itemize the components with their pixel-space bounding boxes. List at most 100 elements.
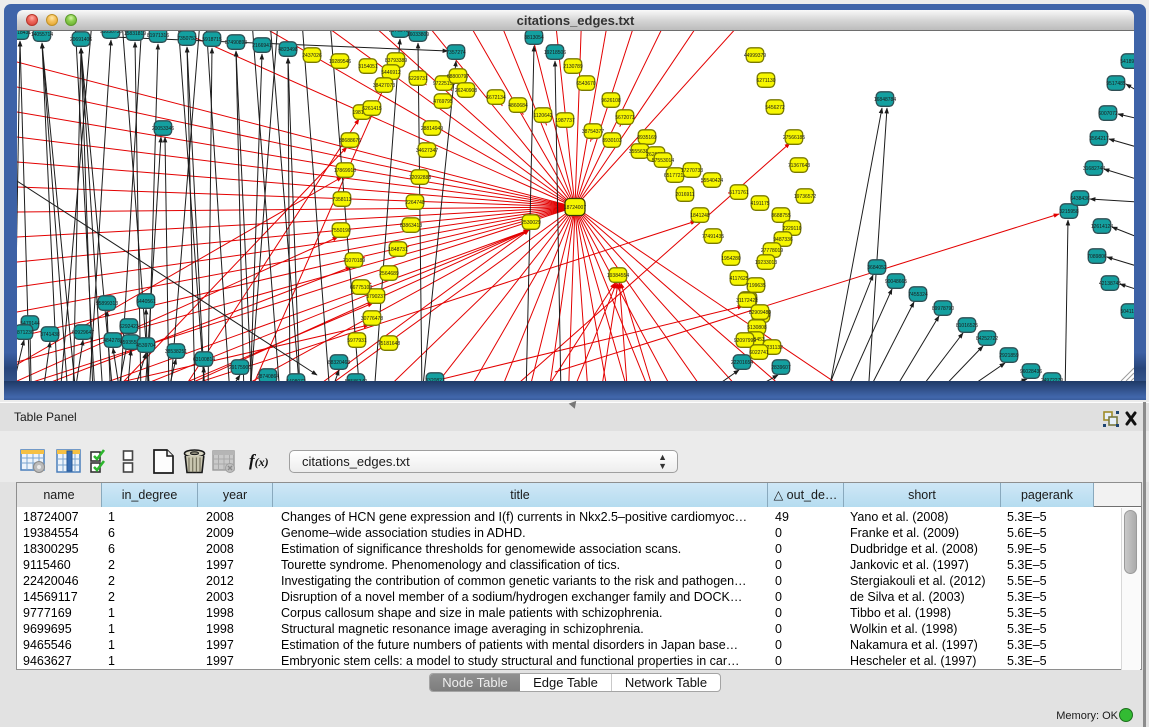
- svg-text:28740864: 28740864: [257, 374, 279, 380]
- svg-text:4823498: 4823498: [278, 47, 298, 53]
- svg-text:8930103: 8930103: [602, 138, 622, 144]
- svg-text:1987737: 1987737: [555, 118, 575, 124]
- svg-text:6438436: 6438436: [1070, 196, 1090, 202]
- svg-text:5977931: 5977931: [347, 338, 367, 344]
- svg-text:19384554: 19384554: [607, 273, 629, 279]
- svg-text:81971316: 81971316: [147, 33, 169, 39]
- svg-text:16848784: 16848784: [874, 97, 896, 103]
- svg-text:5171761: 5171761: [729, 190, 749, 196]
- svg-text:4539704: 4539704: [136, 343, 156, 349]
- svg-text:3320821: 3320821: [425, 378, 445, 381]
- svg-text:96028436: 96028436: [1020, 369, 1042, 375]
- svg-text:3684052: 3684052: [867, 265, 887, 271]
- svg-text:66775103: 66775103: [350, 285, 372, 291]
- svg-text:2839607: 2839607: [771, 365, 791, 371]
- svg-text:26240908: 26240908: [455, 88, 477, 94]
- svg-text:17270733: 17270733: [681, 168, 703, 174]
- svg-text:7199635: 7199635: [746, 283, 766, 289]
- svg-text:4860684: 4860684: [508, 103, 528, 109]
- svg-text:88320463: 88320463: [328, 360, 350, 366]
- svg-text:1954280: 1954280: [721, 256, 741, 262]
- svg-text:75181648: 75181648: [378, 341, 400, 347]
- svg-text:9487336: 9487336: [773, 237, 793, 243]
- svg-text:6440561: 6440561: [136, 299, 156, 305]
- svg-text:28814949: 28814949: [421, 126, 443, 132]
- svg-text:7350753: 7350753: [177, 36, 197, 42]
- svg-text:6292423: 6292423: [119, 324, 139, 330]
- svg-text:7550190: 7550190: [331, 228, 351, 234]
- svg-text:5672073: 5672073: [615, 115, 635, 121]
- svg-text:83793389: 83793389: [385, 58, 407, 64]
- svg-text:9517485: 9517485: [1106, 81, 1126, 87]
- svg-text:23718431: 23718431: [17, 31, 31, 36]
- svg-text:3215958: 3215958: [1059, 209, 1079, 215]
- svg-text:1120642: 1120642: [533, 113, 552, 119]
- svg-text:27778019: 27778019: [761, 248, 783, 254]
- svg-text:8688755: 8688755: [771, 213, 791, 219]
- svg-text:38688676: 38688676: [339, 138, 361, 144]
- svg-text:38427073: 38427073: [373, 83, 395, 89]
- svg-text:63100814: 63100814: [193, 357, 215, 363]
- svg-text:17869910: 17869910: [334, 168, 356, 174]
- svg-text:7455324: 7455324: [908, 292, 928, 298]
- svg-text:2264748: 2264748: [405, 200, 425, 206]
- svg-text:91030736: 91030736: [100, 31, 122, 35]
- svg-text:42138745: 42138745: [1099, 281, 1121, 287]
- svg-text:7089806: 7089806: [1087, 254, 1107, 260]
- svg-text:8813054: 8813054: [524, 35, 544, 41]
- svg-text:19233013: 19233013: [755, 260, 777, 266]
- svg-text:5041154: 5041154: [1120, 309, 1134, 315]
- svg-text:2016911: 2016911: [675, 192, 694, 198]
- svg-text:6261415: 6261415: [362, 106, 382, 112]
- svg-text:90048665: 90048665: [885, 279, 907, 285]
- svg-text:12614124: 12614124: [1091, 224, 1113, 230]
- svg-text:2530029: 2530029: [521, 220, 541, 226]
- svg-text:19736572: 19736572: [794, 194, 816, 200]
- svg-text:5418934: 5418934: [1120, 59, 1134, 65]
- svg-text:44999379: 44999379: [744, 53, 766, 59]
- svg-text:19289546: 19289546: [329, 59, 351, 65]
- svg-text:1848731: 1848731: [388, 247, 408, 253]
- svg-text:77491435: 77491435: [702, 234, 724, 240]
- svg-text:71070189: 71070189: [343, 258, 365, 264]
- svg-text:38754377: 38754377: [582, 129, 604, 135]
- svg-text:34627347: 34627347: [416, 148, 438, 154]
- svg-text:72092888: 72092888: [409, 175, 431, 181]
- svg-text:3154051: 3154051: [358, 64, 378, 70]
- svg-text:92097999: 92097999: [734, 338, 756, 344]
- svg-text:19218506: 19218506: [544, 50, 566, 56]
- svg-text:20053346: 20053346: [152, 126, 174, 132]
- svg-text:6007072: 6007072: [1098, 111, 1118, 117]
- svg-text:68800797: 68800797: [447, 74, 469, 80]
- svg-text:57553014: 57553014: [652, 158, 674, 164]
- svg-text:30776478: 30776478: [361, 316, 383, 322]
- svg-text:55540424: 55540424: [701, 178, 723, 184]
- svg-text:89978790: 89978790: [932, 306, 954, 312]
- svg-text:82909480: 82909480: [749, 310, 771, 316]
- svg-text:2130789: 2130789: [563, 64, 583, 70]
- svg-text:2564689: 2564689: [379, 271, 399, 277]
- svg-text:15831819: 15831819: [124, 31, 146, 37]
- svg-text:3741438: 3741438: [40, 332, 60, 338]
- svg-text:4191175: 4191175: [750, 201, 769, 207]
- svg-text:58586340: 58586340: [345, 379, 367, 381]
- svg-text:6543670: 6543670: [576, 81, 596, 87]
- svg-text:81016525: 81016525: [956, 323, 978, 329]
- svg-text:2437026: 2437026: [302, 53, 322, 59]
- svg-text:84252722: 84252722: [976, 336, 998, 342]
- svg-text:9626108: 9626108: [601, 98, 621, 104]
- svg-text:20691406: 20691406: [70, 37, 92, 43]
- svg-text:60929647: 60929647: [72, 330, 94, 336]
- svg-text:22201654: 22201654: [731, 360, 753, 366]
- svg-text:5408072: 5408072: [286, 379, 306, 381]
- svg-text:8935169: 8935169: [637, 135, 657, 141]
- svg-text:16033809: 16033809: [407, 32, 429, 38]
- svg-text:2921859: 2921859: [999, 353, 1019, 359]
- svg-text:5456272: 5456272: [765, 105, 785, 111]
- svg-text:1841248: 1841248: [690, 213, 710, 219]
- svg-text:95899313: 95899313: [96, 301, 118, 307]
- svg-text:14055714: 14055714: [31, 32, 53, 38]
- svg-text:3564217: 3564217: [1089, 136, 1109, 142]
- svg-text:31682744: 31682744: [1083, 166, 1105, 172]
- svg-text:24972279: 24972279: [1041, 378, 1063, 381]
